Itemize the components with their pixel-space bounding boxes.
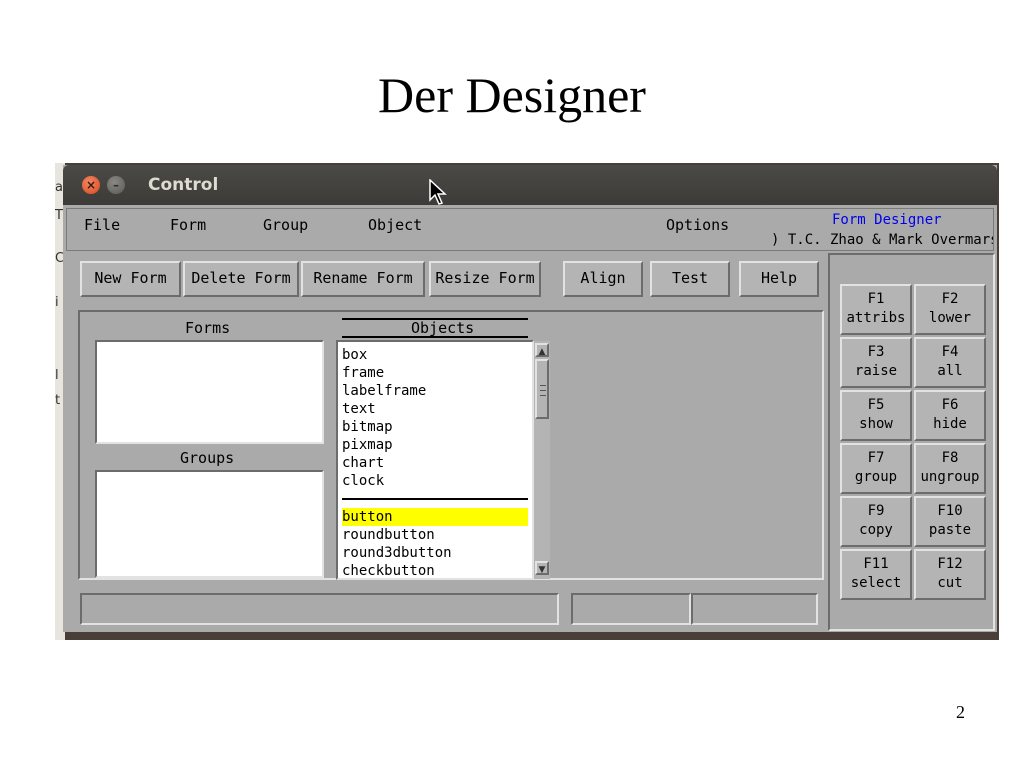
fkey-f5-button[interactable]: F5 show — [840, 390, 912, 441]
fkey-action: select — [850, 575, 902, 591]
test-button[interactable]: Test — [650, 261, 730, 297]
fkey-action: lower — [928, 310, 972, 326]
fkey-action: all — [937, 363, 963, 379]
fkey-label: F5 — [867, 397, 885, 413]
object-item[interactable]: labelframe — [342, 382, 426, 400]
fkey-f9-button[interactable]: F9 copy — [840, 496, 912, 547]
fkey-f3-button[interactable]: F3 raise — [840, 337, 912, 388]
fkey-f2-button[interactable]: F2 lower — [914, 284, 986, 335]
objects-label: Objects — [411, 319, 475, 337]
fkey-action: show — [859, 416, 893, 432]
strip-glyph: i — [55, 295, 59, 310]
resize-form-button[interactable]: Resize Form — [429, 261, 541, 297]
strip-glyph: T — [55, 208, 63, 223]
strip-glyph: l — [55, 368, 59, 383]
object-item[interactable]: frame — [342, 364, 384, 382]
fkey-action: hide — [933, 416, 967, 432]
fkey-action: ungroup — [920, 469, 980, 485]
fkey-label: F3 — [867, 344, 885, 360]
help-button[interactable]: Help — [739, 261, 819, 297]
fkey-label: F10 — [937, 503, 963, 519]
fkey-label: F2 — [941, 291, 959, 307]
menu-form[interactable]: Form — [170, 216, 206, 234]
fkey-action: attribs — [846, 310, 906, 326]
rename-form-button[interactable]: Rename Form — [301, 261, 425, 297]
fkey-action: paste — [928, 522, 972, 538]
object-item[interactable]: round3dbutton — [342, 544, 452, 562]
fkey-label: F6 — [941, 397, 959, 413]
object-item-selected[interactable]: button — [342, 508, 528, 526]
fkey-f7-button[interactable]: F7 group — [840, 443, 912, 494]
app-authors: ) T.C. Zhao & Mark Overmars — [771, 232, 993, 248]
object-item[interactable]: roundbutton — [342, 526, 435, 544]
objects-label-underline — [342, 336, 528, 338]
menu-object[interactable]: Object — [368, 216, 422, 234]
groups-label: Groups — [180, 449, 235, 467]
status-field-right — [691, 593, 818, 625]
fkey-f11-button[interactable]: F11 select — [840, 549, 912, 600]
fkey-f10-button[interactable]: F10 paste — [914, 496, 986, 547]
groups-list[interactable] — [95, 470, 324, 578]
object-item[interactable]: chart — [342, 454, 384, 472]
fkey-action: copy — [859, 522, 893, 538]
fkey-label: F11 — [863, 556, 889, 572]
object-item[interactable]: bitmap — [342, 418, 393, 436]
fkey-label: F8 — [941, 450, 959, 466]
status-field-left — [571, 593, 691, 625]
minimize-icon[interactable]: – — [107, 176, 125, 194]
fkey-f4-button[interactable]: F4 all — [914, 337, 986, 388]
menu-group[interactable]: Group — [263, 216, 308, 234]
fkey-f6-button[interactable]: F6 hide — [914, 390, 986, 441]
fkey-label: F4 — [941, 344, 959, 360]
control-window: × – Control File Form Group Object Optio… — [63, 165, 997, 632]
forms-list[interactable] — [95, 340, 324, 444]
close-icon[interactable]: × — [82, 176, 100, 194]
app-title: Form Designer — [832, 212, 942, 228]
fkey-f8-button[interactable]: F8 ungroup — [914, 443, 986, 494]
fkey-label: F1 — [867, 291, 885, 307]
align-button[interactable]: Align — [563, 261, 643, 297]
forms-label: Forms — [185, 319, 231, 337]
window-title: Control — [148, 175, 219, 195]
object-list-separator — [342, 498, 528, 500]
objects-scrollbar[interactable]: ▲ ▼ — [534, 341, 550, 579]
objects-list[interactable]: box frame labelframe text bitmap pixmap … — [336, 340, 534, 580]
window-titlebar[interactable]: × – Control — [63, 165, 997, 205]
delete-form-button[interactable]: Delete Form — [183, 261, 299, 297]
slide-number: 2 — [956, 702, 965, 722]
strip-glyph: t — [55, 393, 61, 408]
object-item[interactable]: pixmap — [342, 436, 393, 454]
object-item[interactable]: text — [342, 400, 376, 418]
scroll-down-icon[interactable]: ▼ — [535, 561, 549, 575]
status-field-main — [80, 593, 559, 625]
strip-glyph: a — [55, 180, 63, 195]
object-item[interactable]: box — [342, 346, 367, 364]
mouse-cursor-icon — [429, 179, 447, 205]
menu-file[interactable]: File — [84, 216, 120, 234]
slide-title: Der Designer — [378, 67, 646, 123]
new-form-button[interactable]: New Form — [80, 261, 181, 297]
fkey-label: F7 — [867, 450, 885, 466]
fkey-f12-button[interactable]: F12 cut — [914, 549, 986, 600]
scrollbar-thumb[interactable] — [535, 359, 549, 419]
objects-label-overline — [342, 318, 528, 320]
fkey-f1-button[interactable]: F1 attribs — [840, 284, 912, 335]
fkey-action: raise — [854, 363, 898, 379]
fkey-action: cut — [937, 575, 963, 591]
object-item[interactable]: checkbutton — [342, 562, 435, 578]
menu-options[interactable]: Options — [666, 216, 729, 234]
fkey-action: group — [854, 469, 898, 485]
fkey-label: F9 — [867, 503, 885, 519]
object-item[interactable]: clock — [342, 472, 384, 490]
scroll-up-icon[interactable]: ▲ — [535, 343, 549, 357]
fkey-label: F12 — [937, 556, 963, 572]
